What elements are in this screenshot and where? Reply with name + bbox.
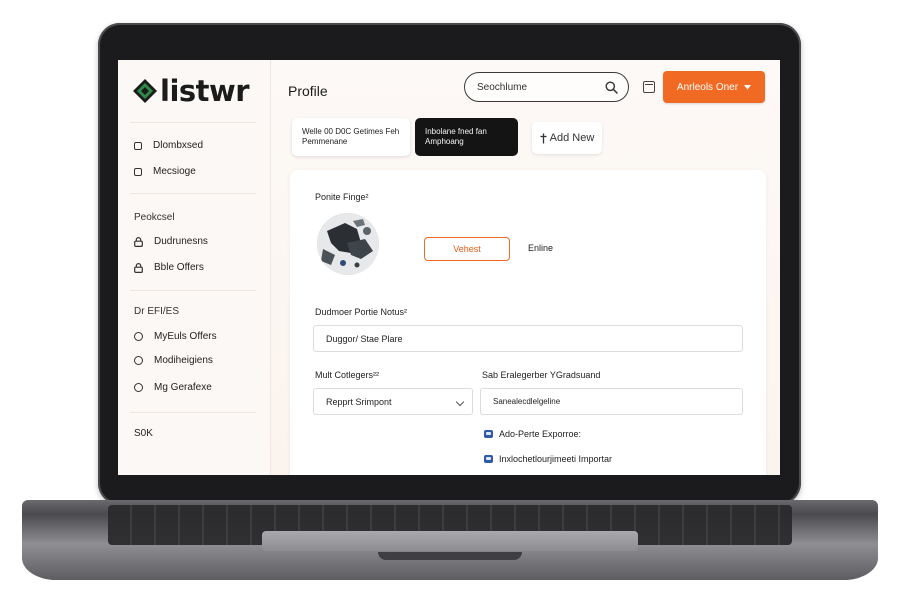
logo[interactable]: listwr bbox=[132, 74, 250, 108]
lock-icon bbox=[134, 236, 143, 247]
sidebar-section-heading: Peokcsel bbox=[134, 212, 175, 223]
field-value: Duggor/ Stae Plare bbox=[326, 333, 403, 344]
search-input[interactable]: Seochlume bbox=[464, 72, 629, 102]
search-placeholder: Seochlume bbox=[477, 81, 528, 93]
field-value: Sanealecdlelgeline bbox=[493, 397, 561, 406]
sidebar-item-dudrunesns[interactable]: Dudrunesns bbox=[134, 236, 208, 247]
square-icon bbox=[134, 167, 142, 176]
sidebar-divider bbox=[130, 122, 256, 123]
sidebar-divider bbox=[130, 193, 256, 194]
circle-icon bbox=[134, 383, 143, 392]
sidebar-item-myeuls-offers[interactable]: MyEuls Offers bbox=[134, 331, 217, 342]
logo-diamond-icon bbox=[133, 79, 157, 103]
checkbox-row[interactable]: Ado-Perte Exporroe: bbox=[484, 429, 581, 439]
select-value: Repprt Srimpont bbox=[326, 396, 392, 407]
sidebar-item-label: Mg Gerafexe bbox=[154, 382, 212, 393]
sidebar-item-label: Bble Offers bbox=[154, 262, 204, 273]
profile-card: Ponite Finge² Vehest Enline Dudmoer Port… bbox=[290, 170, 766, 475]
sidebar-item-label: Dlombxsed bbox=[153, 140, 204, 151]
search-icon[interactable] bbox=[605, 81, 618, 94]
checkbox-label: Ado-Perte Exporroe: bbox=[499, 429, 582, 439]
checkbox-label: Inxlochetlourjimeeti Importar bbox=[499, 454, 613, 464]
select-field[interactable]: Repprt Srimpont bbox=[313, 388, 473, 415]
circle-icon bbox=[134, 332, 143, 341]
section-label: Ponite Finge² bbox=[315, 192, 369, 202]
sidebar-item-label: Mecsioge bbox=[153, 166, 196, 177]
status-text: Enline bbox=[528, 243, 554, 253]
chevron-down-icon bbox=[455, 397, 465, 407]
text-field[interactable]: Sanealecdlelgeline bbox=[480, 388, 743, 415]
sidebar-item-label: Dudrunesns bbox=[154, 236, 208, 247]
sidebar-item-mecsioge[interactable]: Mecsioge bbox=[134, 166, 196, 177]
sidebar-item-modiheigiens[interactable]: Modiheigiens bbox=[134, 355, 213, 366]
field-label: Sab Eralegerber YGradsuand bbox=[482, 370, 601, 380]
tab-chip[interactable]: Welle 00 D0C Getimes Feh Pemmenane bbox=[292, 118, 410, 156]
sidebar: listwr Dlombxsed Mecsioge Peokcsel Dudru… bbox=[118, 60, 271, 475]
sidebar-item-label: MyEuls Offers bbox=[154, 331, 217, 342]
field-label: Mult Cotlegers²² bbox=[315, 370, 380, 380]
checkbox-icon[interactable] bbox=[484, 430, 493, 438]
avatar-image bbox=[317, 213, 379, 275]
chevron-down-icon bbox=[744, 84, 752, 89]
trackpad bbox=[262, 531, 638, 551]
primary-action-label: Anrleols Oner bbox=[676, 81, 739, 93]
circle-icon bbox=[134, 356, 143, 365]
checkbox-icon[interactable] bbox=[484, 455, 493, 463]
chip-subtitle: Amphoang bbox=[425, 137, 464, 146]
sidebar-item-mg-gerafexe[interactable]: Mg Gerafexe bbox=[134, 382, 212, 393]
sidebar-divider bbox=[130, 412, 256, 413]
add-new-button[interactable]: Add New bbox=[532, 122, 602, 154]
add-new-label: Add New bbox=[549, 132, 595, 144]
sidebar-section-heading: Dr EFI/ES bbox=[134, 306, 180, 317]
tab-chip-active[interactable]: Inbolane fned fan Amphoang bbox=[415, 118, 518, 156]
text-field[interactable]: Duggor/ Stae Plare bbox=[313, 325, 743, 352]
calendar-icon[interactable] bbox=[643, 81, 655, 93]
logo-text: listwr bbox=[160, 74, 250, 108]
base-lip bbox=[378, 552, 522, 560]
primary-action-button[interactable]: Anrleols Oner bbox=[663, 71, 765, 103]
outline-button[interactable]: Vehest bbox=[424, 237, 510, 261]
square-icon bbox=[134, 141, 142, 150]
plus-icon bbox=[540, 133, 547, 143]
lock-icon bbox=[134, 262, 143, 273]
avatar[interactable] bbox=[317, 213, 379, 275]
sidebar-footer[interactable]: S0K bbox=[134, 428, 153, 439]
sidebar-item-bble-offers[interactable]: Bble Offers bbox=[134, 262, 204, 273]
chip-title: Inbolane fned fan bbox=[425, 127, 487, 136]
sidebar-divider bbox=[130, 290, 256, 291]
chip-title: Welle 00 D0C Getimes Feh bbox=[302, 127, 400, 136]
checkbox-row[interactable]: Inxlochetlourjimeeti Importar bbox=[484, 454, 612, 464]
page-title: Profile bbox=[288, 83, 328, 99]
sidebar-item-label: Modiheigiens bbox=[154, 355, 213, 366]
chip-subtitle: Pemmenane bbox=[302, 137, 348, 146]
screen: listwr Dlombxsed Mecsioge Peokcsel Dudru… bbox=[118, 60, 780, 475]
sidebar-item-dlombxsed[interactable]: Dlombxsed bbox=[134, 140, 203, 151]
outline-button-label: Vehest bbox=[453, 244, 481, 254]
field-label: Dudmoer Portie Notus² bbox=[315, 307, 408, 317]
